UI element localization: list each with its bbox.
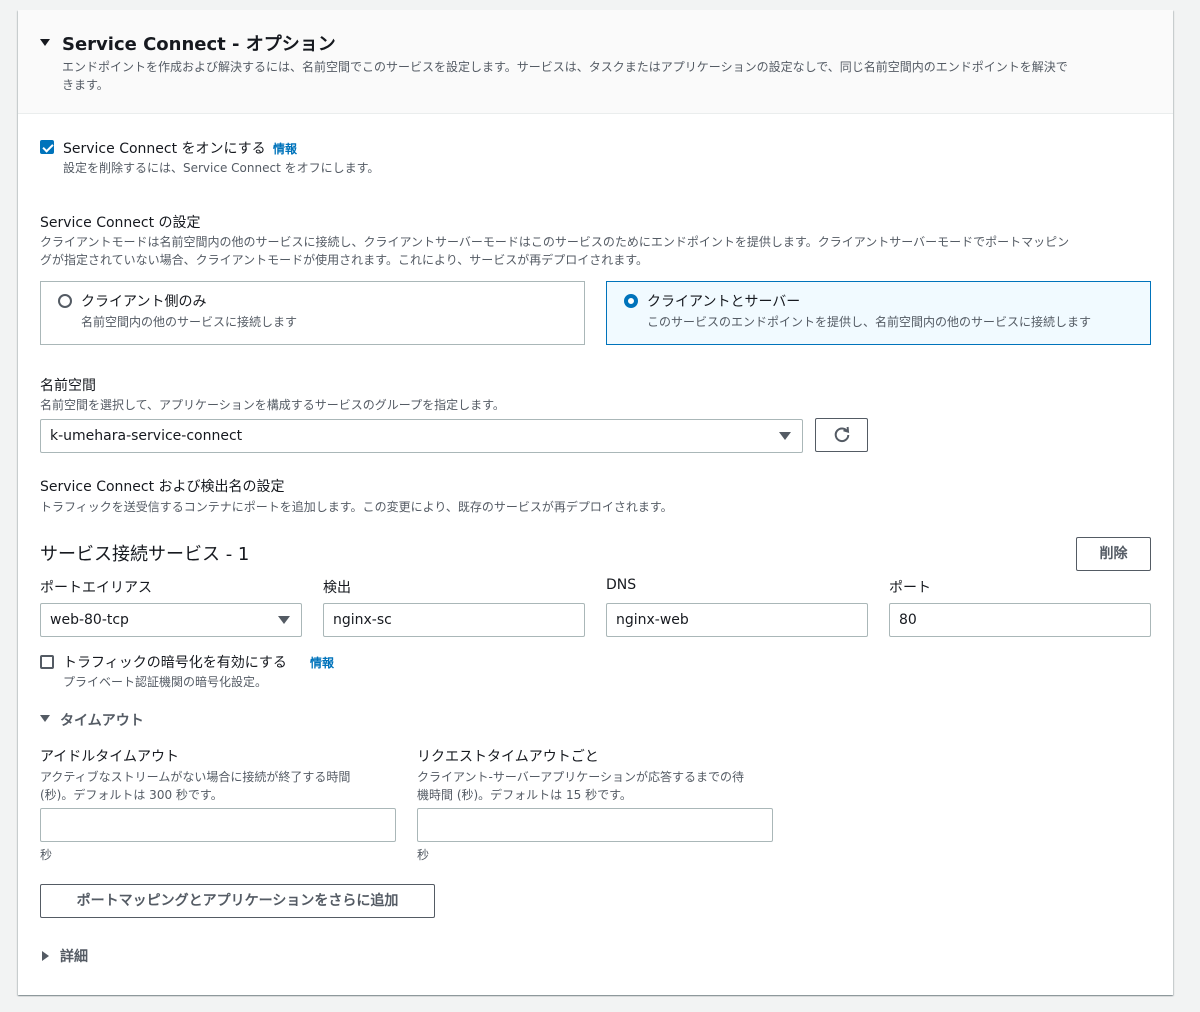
port-label: ポート bbox=[889, 580, 931, 596]
section-description-cont: きます。 bbox=[62, 78, 109, 92]
request-timeout-label: リクエストタイムアウトごと bbox=[417, 749, 599, 765]
refresh-button[interactable] bbox=[815, 418, 868, 452]
request-timeout-input[interactable] bbox=[417, 808, 773, 842]
enable-service-connect-checkbox[interactable] bbox=[40, 140, 54, 154]
service-title: サービス接続サービス - 1 bbox=[40, 544, 250, 565]
collapse-caret-icon[interactable] bbox=[40, 39, 50, 46]
encryption-label: トラフィックの暗号化を有効にする bbox=[63, 655, 287, 671]
idle-timeout-label: アイドルタイムアウト bbox=[40, 749, 180, 765]
enable-info-link[interactable]: 情報 bbox=[273, 140, 297, 157]
caret-down-icon bbox=[278, 616, 290, 624]
port-alias-select[interactable]: web-80-tcp bbox=[40, 603, 302, 637]
discovery-name-label: 検出 bbox=[323, 580, 351, 596]
port-alias-label: ポートエイリアス bbox=[40, 580, 152, 596]
tile-client-server-title: クライアントとサーバー bbox=[647, 294, 801, 310]
enable-service-connect-label: Service Connect をオンにする bbox=[63, 141, 266, 157]
namespace-description: 名前空間を選択して、アプリケーションを構成するサービスのグループを指定します。 bbox=[40, 398, 505, 412]
section-description: エンドポイントを作成および解決するには、名前空間でこのサービスを設定します。サー… bbox=[62, 60, 1068, 74]
idle-timeout-input[interactable] bbox=[40, 808, 396, 842]
config-label: Service Connect の設定 bbox=[40, 215, 201, 231]
encryption-description: プライベート認証機関の暗号化設定。 bbox=[63, 675, 268, 689]
section-title: Service Connect - オプション bbox=[62, 34, 336, 55]
request-timeout-description-1: クライアント-サーバーアプリケーションが応答するまでの待 bbox=[417, 770, 745, 784]
tile-client-server-description: このサービスのエンドポイントを提供し、名前空間内の他のサービスに接続します bbox=[647, 315, 1092, 329]
config-description-1: クライアントモードは名前空間内の他のサービスに接続し、クライアントサーバーモード… bbox=[40, 235, 1070, 249]
discovery-description: トラフィックを送受信するコンテナにポートを追加します。この変更により、既存のサー… bbox=[40, 500, 673, 514]
add-port-mapping-button[interactable]: ポートマッピングとアプリケーションをさらに追加 bbox=[40, 884, 435, 918]
encryption-info-link[interactable]: 情報 bbox=[310, 654, 334, 671]
remove-button[interactable]: 削除 bbox=[1076, 537, 1151, 571]
config-description-2: グが指定されていない場合、クライアントモードが使用されます。これにより、サービス… bbox=[40, 253, 649, 267]
discovery-name-input[interactable]: nginx-sc bbox=[323, 603, 585, 637]
details-caret-icon[interactable] bbox=[42, 951, 49, 961]
enable-description: 設定を削除するには、Service Connect をオフにします。 bbox=[63, 161, 380, 175]
port-alias-value: web-80-tcp bbox=[50, 612, 129, 628]
encryption-checkbox[interactable] bbox=[40, 655, 54, 669]
service-connect-panel: Service Connect - オプション エンドポイントを作成および解決す… bbox=[18, 10, 1173, 995]
port-input[interactable]: 80 bbox=[889, 603, 1151, 637]
tile-client-only-title: クライアント側のみ bbox=[81, 294, 207, 310]
request-timeout-description-2: 機時間 (秒)。デフォルトは 15 秒です。 bbox=[417, 788, 632, 802]
namespace-select[interactable]: k-umehara-service-connect bbox=[40, 419, 803, 453]
timeout-toggle[interactable]: タイムアウト bbox=[60, 710, 144, 730]
idle-timeout-description-1: アクティブなストリームがない場合に接続が終了する時間 bbox=[40, 770, 351, 784]
caret-down-icon bbox=[779, 432, 791, 440]
namespace-select-value: k-umehara-service-connect bbox=[50, 428, 243, 444]
dns-input[interactable]: nginx-web bbox=[606, 603, 868, 637]
dns-label: DNS bbox=[606, 577, 637, 593]
radio-client-only[interactable] bbox=[58, 294, 72, 308]
radio-client-server[interactable] bbox=[624, 294, 638, 308]
details-toggle[interactable]: 詳細 bbox=[60, 946, 88, 966]
refresh-icon bbox=[834, 426, 849, 443]
timeout-caret-icon[interactable] bbox=[40, 715, 50, 722]
idle-timeout-unit: 秒 bbox=[40, 848, 53, 862]
tile-client-only-description: 名前空間内の他のサービスに接続します bbox=[81, 315, 298, 329]
namespace-label: 名前空間 bbox=[40, 378, 96, 394]
request-timeout-unit: 秒 bbox=[417, 848, 430, 862]
discovery-label: Service Connect および検出名の設定 bbox=[40, 479, 285, 495]
idle-timeout-description-2: (秒)。デフォルトは 300 秒です。 bbox=[40, 788, 223, 802]
